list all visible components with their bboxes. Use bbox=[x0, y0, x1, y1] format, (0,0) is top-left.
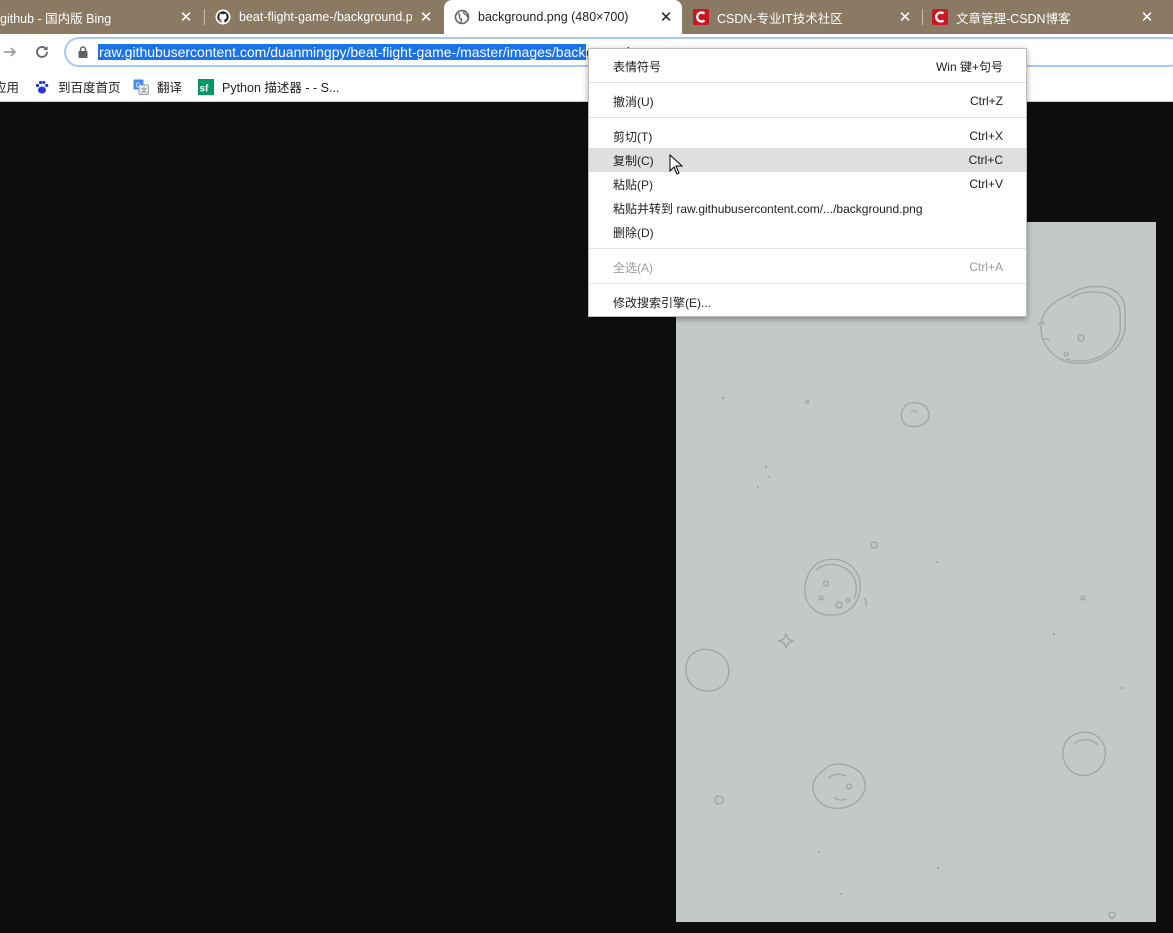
menu-item-cut[interactable]: 剪切(T) Ctrl+X bbox=[589, 124, 1026, 148]
tab-title: CSDN-专业IT技术社区 bbox=[717, 11, 843, 26]
close-icon[interactable]: ✕ bbox=[1139, 9, 1155, 26]
bookmark-label: 应用 bbox=[0, 81, 20, 95]
tab-separator bbox=[204, 9, 205, 25]
tab-title: github - 国内版 Bing bbox=[0, 11, 112, 26]
tab-bing[interactable]: github - 国内版 Bing ✕ bbox=[0, 0, 202, 34]
menu-separator bbox=[589, 117, 1026, 118]
bookmark-label: Python 描述器 - - S... bbox=[222, 81, 340, 95]
tab-title: 文章管理-CSDN博客 bbox=[956, 11, 1071, 26]
menu-item-shortcut: Ctrl+A bbox=[969, 260, 1003, 274]
menu-item-label: 复制(C) bbox=[613, 153, 654, 168]
tab-github[interactable]: beat-flight-game-/background.p ✕ bbox=[206, 0, 442, 34]
tab-strip: github - 国内版 Bing ✕ beat-flight-game-/ba… bbox=[0, 0, 1173, 34]
close-icon[interactable]: ✕ bbox=[418, 9, 434, 26]
menu-item-paste[interactable]: 粘贴(P) Ctrl+V bbox=[589, 172, 1026, 196]
menu-item-shortcut: Ctrl+X bbox=[969, 129, 1003, 143]
translate-icon: G文 bbox=[133, 79, 149, 95]
menu-item-emoji[interactable]: 表情符号 Win 键+句号 bbox=[589, 54, 1026, 78]
close-icon[interactable]: ✕ bbox=[897, 9, 913, 26]
menu-item-delete[interactable]: 删除(D) bbox=[589, 220, 1026, 244]
menu-item-label: 全选(A) bbox=[613, 260, 653, 275]
bookmark-python[interactable]: sf Python 描述器 - - S... bbox=[198, 77, 339, 96]
menu-item-label: 粘贴并转到 raw.githubusercontent.com/.../back… bbox=[613, 201, 923, 216]
close-icon[interactable]: ✕ bbox=[178, 9, 194, 26]
menu-separator bbox=[589, 283, 1026, 284]
tab-title: beat-flight-game-/background.p bbox=[239, 10, 412, 24]
reload-icon[interactable] bbox=[30, 40, 54, 64]
menu-item-label: 表情符号 bbox=[613, 59, 662, 74]
menu-item-undo[interactable]: 撤消(U) Ctrl+Z bbox=[589, 89, 1026, 113]
tab-background-png[interactable]: background.png (480×700) ✕ bbox=[444, 0, 682, 34]
sf-icon: sf bbox=[198, 78, 214, 95]
bookmark-baidu[interactable]: 到百度首页 bbox=[34, 77, 121, 96]
menu-item-shortcut: Ctrl+V bbox=[969, 177, 1003, 191]
forward-icon[interactable] bbox=[0, 40, 22, 64]
menu-item-label: 剪切(T) bbox=[613, 129, 653, 144]
bookmark-translate[interactable]: G文 翻译 bbox=[133, 77, 182, 96]
mouse-cursor-icon bbox=[669, 153, 684, 176]
url-text[interactable]: raw.githubusercontent.com/duanmingpy/bea… bbox=[98, 44, 657, 61]
url-selected: raw.githubusercontent.com/duanmingpy/bea… bbox=[98, 44, 587, 60]
menu-item-shortcut: Win 键+句号 bbox=[935, 59, 1003, 74]
menu-item-shortcut: Ctrl+Z bbox=[970, 94, 1003, 108]
tab-csdn-blog[interactable]: 文章管理-CSDN博客 ✕ bbox=[923, 0, 1163, 34]
tab-csdn[interactable]: CSDN-专业IT技术社区 ✕ bbox=[684, 0, 921, 34]
close-icon[interactable]: ✕ bbox=[658, 9, 674, 26]
bookmark-apps[interactable]: 应用 bbox=[0, 77, 19, 96]
github-icon bbox=[215, 9, 231, 25]
menu-item-select-all[interactable]: 全选(A) Ctrl+A bbox=[589, 255, 1026, 279]
background-image[interactable] bbox=[676, 222, 1156, 922]
context-menu: 表情符号 Win 键+句号 撤消(U) Ctrl+Z 剪切(T) Ctrl+X … bbox=[588, 48, 1027, 317]
csdn-icon bbox=[693, 9, 709, 25]
svg-text:sf: sf bbox=[200, 83, 210, 94]
menu-item-shortcut: Ctrl+C bbox=[968, 153, 1003, 167]
menu-item-copy[interactable]: 复制(C) Ctrl+C bbox=[589, 148, 1026, 172]
menu-item-edit-search-engines[interactable]: 修改搜索引擎(E)... bbox=[589, 290, 1026, 314]
bookmark-label: 翻译 bbox=[157, 81, 183, 95]
menu-item-label: 修改搜索引擎(E)... bbox=[613, 295, 711, 310]
svg-text:文: 文 bbox=[141, 86, 147, 94]
csdn-icon bbox=[932, 9, 948, 25]
baidu-icon bbox=[34, 79, 50, 95]
menu-item-label: 粘贴(P) bbox=[613, 177, 653, 192]
menu-item-label: 撤消(U) bbox=[613, 94, 654, 109]
menu-separator bbox=[589, 82, 1026, 83]
lock-icon[interactable] bbox=[76, 45, 90, 59]
menu-item-paste-and-go[interactable]: 粘贴并转到 raw.githubusercontent.com/.../back… bbox=[589, 196, 1026, 220]
menu-item-label: 删除(D) bbox=[613, 225, 654, 240]
menu-separator bbox=[589, 248, 1026, 249]
globe-icon bbox=[454, 9, 470, 25]
asteroid-illustration bbox=[685, 285, 1126, 919]
bookmark-label: 到百度首页 bbox=[58, 81, 121, 95]
tab-title: background.png (480×700) bbox=[478, 10, 629, 24]
